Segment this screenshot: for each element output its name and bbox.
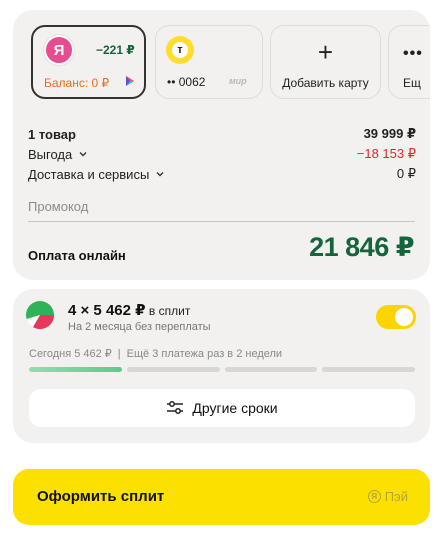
pay-total-amount: 21 846 ₽ — [309, 232, 414, 262]
progress-segment — [322, 367, 415, 372]
chevron-down-icon[interactable] — [77, 148, 89, 160]
add-card-button[interactable]: + Добавить карту — [270, 25, 381, 99]
other-terms-label: Другие сроки — [192, 400, 278, 416]
delivery-row[interactable]: Доставка и сервисы 0 ₽ — [28, 166, 416, 182]
plus-colorful-icon — [126, 76, 134, 86]
discount-row[interactable]: Выгода −18 153 ₽ — [28, 146, 416, 162]
add-card-label: Добавить карту — [282, 76, 369, 90]
pay-online-label: Оплата онлайн — [28, 248, 126, 263]
progress-segment — [29, 367, 122, 372]
yandex-pay-logo-icon: Я — [367, 490, 381, 503]
today-payment: Сегодня 5 462 ₽ — [29, 348, 112, 360]
split-subtitle: На 2 месяца без переплаты — [68, 321, 211, 333]
payment-method-amount: −221 ₽ — [96, 43, 135, 57]
split-logo-icon — [26, 301, 54, 329]
delivery-label: Доставка и сервисы — [28, 166, 150, 182]
plus-icon: + — [317, 37, 334, 67]
yandex-logo-icon: Я — [44, 35, 74, 65]
more-dots-icon: ••• — [403, 45, 423, 62]
split-schedule-text: Сегодня 5 462 ₽ | Ещё 3 платежа раз в 2 не… — [29, 348, 283, 360]
more-payment-methods-button[interactable]: ••• Ещ — [388, 25, 430, 99]
split-card: 4 × 5 462 ₽ в сплит На 2 месяца без пере… — [13, 289, 430, 443]
remaining-payments: Ещё 3 платежа раз в 2 недели — [126, 348, 283, 360]
tbank-logo-icon: т — [166, 36, 194, 64]
toggle-knob — [395, 308, 413, 326]
other-terms-button[interactable]: Другие сроки — [29, 389, 415, 427]
progress-segment — [126, 367, 220, 372]
promo-code-input[interactable]: Промокод — [28, 199, 415, 222]
payment-method-yandex-balance[interactable]: Я −221 ₽ Баланс: 0 ₽ — [31, 25, 146, 99]
filter-sliders-icon — [167, 401, 184, 414]
payment-methods-row[interactable]: Я −221 ₽ Баланс: 0 ₽ т •• 0062 мир + Доб… — [31, 25, 430, 113]
card-number: •• 0062 — [167, 75, 206, 89]
discount-label: Выгода — [28, 146, 73, 162]
chevron-down-icon[interactable] — [154, 168, 166, 180]
progress-segment — [224, 367, 318, 372]
items-value: 39 999 ₽ — [363, 126, 416, 141]
split-title: 4 × 5 462 ₽ в сплит — [68, 302, 191, 319]
checkout-split-button[interactable]: Оформить сплит Я Пэй — [13, 469, 430, 525]
more-label: Ещ — [403, 76, 421, 90]
items-label: 1 товар — [28, 126, 76, 142]
checkout-split-label: Оформить сплит — [37, 488, 165, 505]
payment-method-balance: Баланс: 0 ₽ — [44, 76, 110, 90]
discount-value: −18 153 ₽ — [356, 146, 416, 161]
yandex-pay-brand: Я Пэй — [367, 489, 408, 504]
split-progress — [29, 367, 415, 372]
mir-network-logo: мир — [229, 76, 247, 86]
payment-method-card-0062[interactable]: т •• 0062 мир — [155, 25, 263, 99]
split-toggle[interactable] — [376, 305, 416, 329]
items-row: 1 товар 39 999 ₽ — [28, 126, 416, 142]
delivery-value: 0 ₽ — [396, 166, 416, 181]
order-summary-card: Я −221 ₽ Баланс: 0 ₽ т •• 0062 мир + Доб… — [13, 10, 430, 280]
